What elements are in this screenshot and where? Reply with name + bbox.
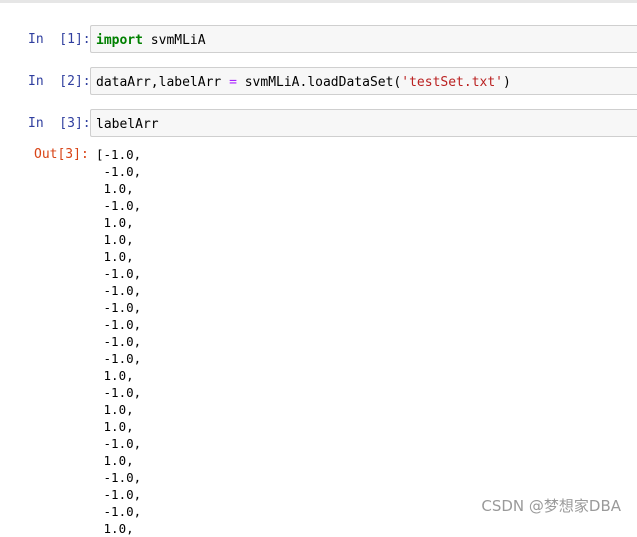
output-line: -1.0,: [96, 164, 142, 179]
output-line: -1.0,: [96, 317, 142, 332]
call-close: ): [503, 75, 511, 90]
output-line: 1.0,: [96, 521, 134, 536]
output-line: 1.0,: [96, 368, 134, 383]
import-keyword: import: [96, 33, 143, 48]
output-line: 1.0,: [96, 249, 134, 264]
watermark: CSDN @梦想家DBA: [481, 497, 621, 515]
output-line: -1.0,: [96, 351, 142, 366]
assign-lhs: dataArr,labelArr: [96, 75, 230, 90]
output-prompt-3: Out[3]:: [34, 147, 89, 162]
notebook-top-border: [0, 0, 637, 3]
input-prompt-1: In [1]:: [28, 32, 91, 47]
code-input-1[interactable]: import svmMLiA: [90, 25, 637, 53]
output-line: -1.0,: [96, 283, 142, 298]
code-input-3[interactable]: labelArr: [90, 109, 637, 137]
filename-string: 'testSet.txt': [401, 75, 504, 90]
output-line: [-1.0,: [96, 147, 142, 162]
code-text-1: import svmMLiA: [96, 32, 206, 49]
output-line: 1.0,: [96, 232, 134, 247]
cell-output-3: [-1.0, -1.0, 1.0, -1.0, 1.0, 1.0, 1.0, -…: [96, 146, 141, 537]
output-line: -1.0,: [96, 198, 142, 213]
output-line: -1.0,: [96, 334, 142, 349]
output-line: -1.0,: [96, 436, 142, 451]
output-line: 1.0,: [96, 215, 134, 230]
output-line: 1.0,: [96, 181, 134, 196]
output-line: 1.0,: [96, 453, 134, 468]
input-prompt-3: In [3]:: [28, 116, 91, 131]
function-call: svmMLiA.loadDataSet(: [236, 75, 402, 90]
output-line: 1.0,: [96, 419, 134, 434]
output-line: -1.0,: [96, 385, 142, 400]
output-line: -1.0,: [96, 504, 142, 519]
output-line: -1.0,: [96, 300, 142, 315]
input-prompt-2: In [2]:: [28, 74, 91, 89]
code-text-2: dataArr,labelArr = svmMLiA.loadDataSet('…: [96, 74, 511, 91]
output-line: 1.0,: [96, 402, 134, 417]
code-input-2[interactable]: dataArr,labelArr = svmMLiA.loadDataSet('…: [90, 67, 637, 95]
output-line: -1.0,: [96, 470, 142, 485]
code-text-3: labelArr: [96, 117, 159, 132]
output-line: -1.0,: [96, 266, 142, 281]
assign-operator: =: [229, 75, 237, 90]
output-line: -1.0,: [96, 487, 142, 502]
module-name: svmMLiA: [142, 33, 206, 48]
